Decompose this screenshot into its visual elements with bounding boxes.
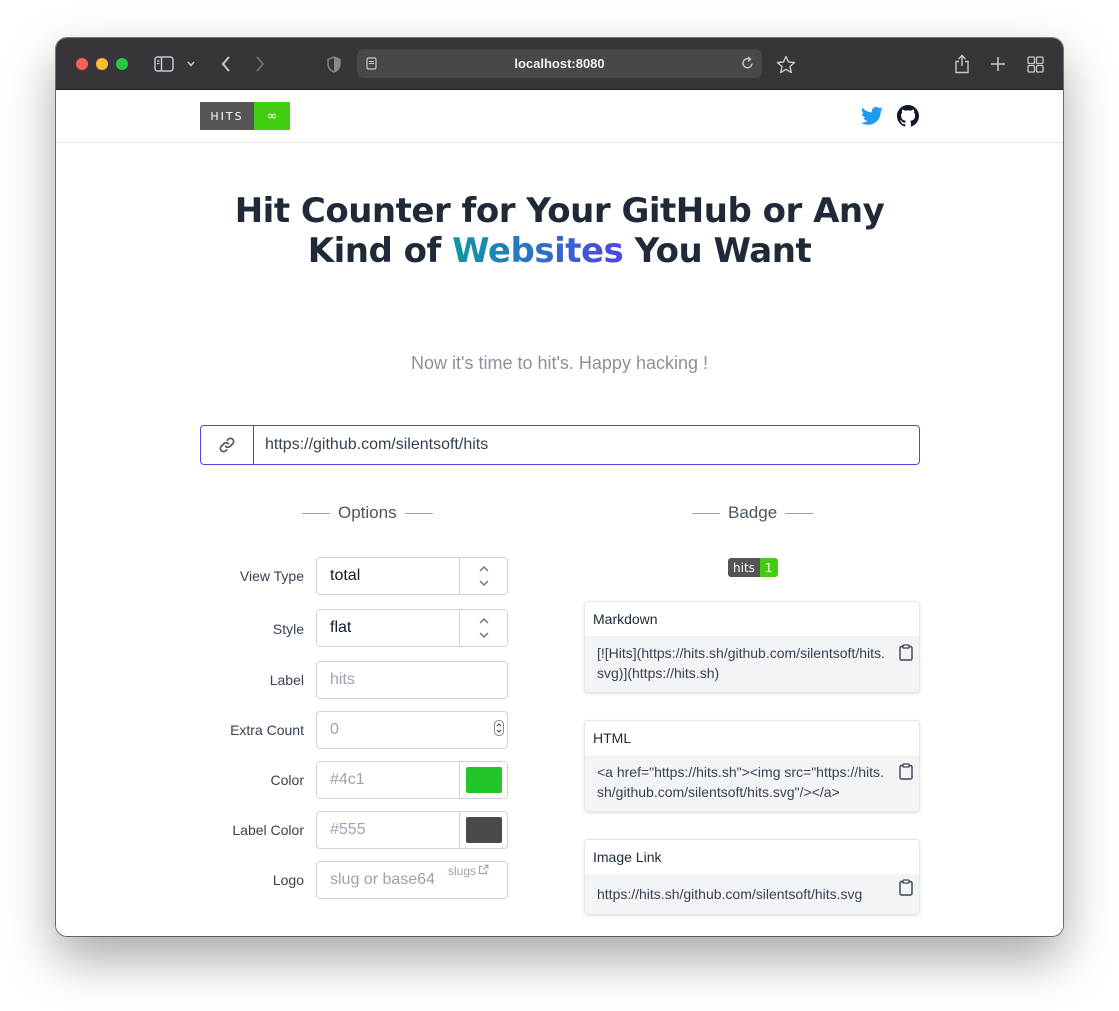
image-link-code: https://hits.sh/github.com/silentsoft/hi… (597, 886, 863, 902)
color-label: Color (270, 772, 304, 788)
top-navbar: HITS ∞ (56, 91, 1063, 143)
color-input[interactable]: #4c1 (316, 761, 508, 799)
color-picker[interactable] (459, 762, 507, 798)
label-color-label: Label Color (232, 822, 304, 838)
page-icon (366, 57, 377, 73)
html-card: HTML <a href="https://hits.sh"><img src=… (584, 720, 920, 812)
color-placeholder: #4c1 (330, 771, 365, 788)
zoom-window-button[interactable] (116, 58, 128, 70)
hero-heading: Hit Counter for Your GitHub or Any Kind … (56, 191, 1063, 271)
browser-window: localhost:8080 HITS ∞ Hit Counter for Yo… (56, 38, 1063, 936)
divider (692, 512, 720, 514)
badge-heading-text: Badge (728, 503, 778, 522)
options-heading-text: Options (338, 503, 397, 522)
hero-line-1: Hit Counter for Your GitHub or Any (234, 191, 885, 231)
view-type-label: View Type (239, 568, 304, 584)
html-code: <a href="https://hits.sh"><img src="http… (597, 764, 884, 800)
html-code-box[interactable]: <a href="https://hits.sh"><img src="http… (585, 755, 919, 811)
hero-line-2-post: You Want (623, 231, 812, 271)
hero-line-2: Kind of Websites You Want (56, 231, 1063, 271)
browser-titlebar: localhost:8080 (56, 38, 1063, 90)
chevron-updown-icon (459, 558, 507, 594)
markdown-code-box[interactable]: [![Hits](https://hits.sh/github.com/sile… (585, 636, 919, 692)
view-type-value: total (330, 567, 361, 584)
badge-preview-count: 1 (759, 558, 778, 577)
label-color-picker[interactable] (459, 812, 507, 848)
label-color-swatch (465, 817, 502, 843)
style-label: Style (272, 621, 304, 637)
bookmark-star-icon[interactable] (774, 52, 798, 76)
view-type-select[interactable]: total (316, 557, 508, 595)
badge-preview: hits 1 (728, 558, 778, 577)
label-color-input[interactable]: #555 (316, 811, 508, 849)
forward-icon[interactable] (250, 52, 270, 76)
color-swatch (465, 767, 502, 793)
url-input-group[interactable]: https://github.com/silentsoft/hits (200, 425, 920, 465)
back-icon[interactable] (216, 52, 236, 76)
reload-icon[interactable] (741, 56, 754, 73)
divider (785, 512, 814, 514)
minimize-window-button[interactable] (96, 58, 108, 70)
badge-preview-label: hits (728, 558, 760, 577)
logo-label: Logo (272, 872, 304, 888)
html-title: HTML (593, 730, 632, 746)
label-input[interactable]: hits (316, 661, 508, 699)
markdown-card: Markdown [![Hits](https://hits.sh/github… (584, 601, 920, 693)
clipboard-icon[interactable] (899, 644, 913, 666)
markdown-code: [![Hits](https://hits.sh/github.com/sile… (597, 645, 885, 681)
style-select[interactable]: flat (316, 609, 508, 647)
hero-line-2-pre: Kind of (307, 231, 453, 271)
address-bar[interactable]: localhost:8080 (357, 49, 762, 78)
label-color-placeholder: #555 (330, 821, 366, 838)
privacy-shield-icon[interactable] (324, 52, 344, 76)
label-field-label: Label (269, 672, 304, 688)
hero-highlight: Websites (452, 231, 624, 271)
github-icon[interactable] (896, 104, 920, 133)
badge-heading: Badge (692, 501, 814, 525)
url-input[interactable]: https://github.com/silentsoft/hits (254, 426, 919, 464)
logo-count: ∞ (254, 102, 290, 130)
tab-overview-icon[interactable] (1023, 52, 1047, 76)
share-icon[interactable] (950, 52, 974, 76)
chevron-updown-icon (459, 610, 507, 646)
chevron-down-icon[interactable] (184, 52, 198, 76)
close-window-button[interactable] (76, 58, 88, 70)
label-input-placeholder: hits (330, 671, 355, 688)
extra-count-placeholder: 0 (330, 721, 339, 738)
markdown-title: Markdown (593, 611, 658, 627)
logo-label: HITS (200, 102, 254, 130)
extra-count-input[interactable]: 0 (316, 711, 508, 749)
extra-count-label: Extra Count (230, 722, 304, 738)
clipboard-icon[interactable] (899, 763, 913, 785)
spinner-icon[interactable] (494, 719, 504, 741)
new-tab-icon[interactable] (986, 52, 1010, 76)
image-link-card: Image Link https://hits.sh/github.com/si… (584, 839, 920, 915)
slugs-link-text: slugs (448, 864, 477, 878)
clipboard-icon[interactable] (899, 879, 913, 901)
style-value: flat (330, 619, 352, 636)
address-text: localhost:8080 (514, 56, 605, 71)
options-heading: Options (302, 501, 433, 525)
hits-logo[interactable]: HITS ∞ (200, 102, 290, 130)
external-link-icon (478, 864, 489, 878)
slugs-link[interactable]: slugs (448, 864, 489, 878)
page-content: HITS ∞ Hit Counter for Your GitHub or An… (56, 91, 1063, 936)
sidebar-toggle-icon[interactable] (152, 52, 176, 76)
image-link-title: Image Link (593, 849, 662, 865)
link-icon (201, 426, 254, 464)
divider (404, 512, 433, 514)
hero-subtitle: Now it's time to hit's. Happy hacking ! (411, 353, 708, 373)
divider (302, 512, 330, 514)
image-link-code-box[interactable]: https://hits.sh/github.com/silentsoft/hi… (585, 874, 919, 914)
twitter-icon[interactable] (860, 104, 884, 133)
